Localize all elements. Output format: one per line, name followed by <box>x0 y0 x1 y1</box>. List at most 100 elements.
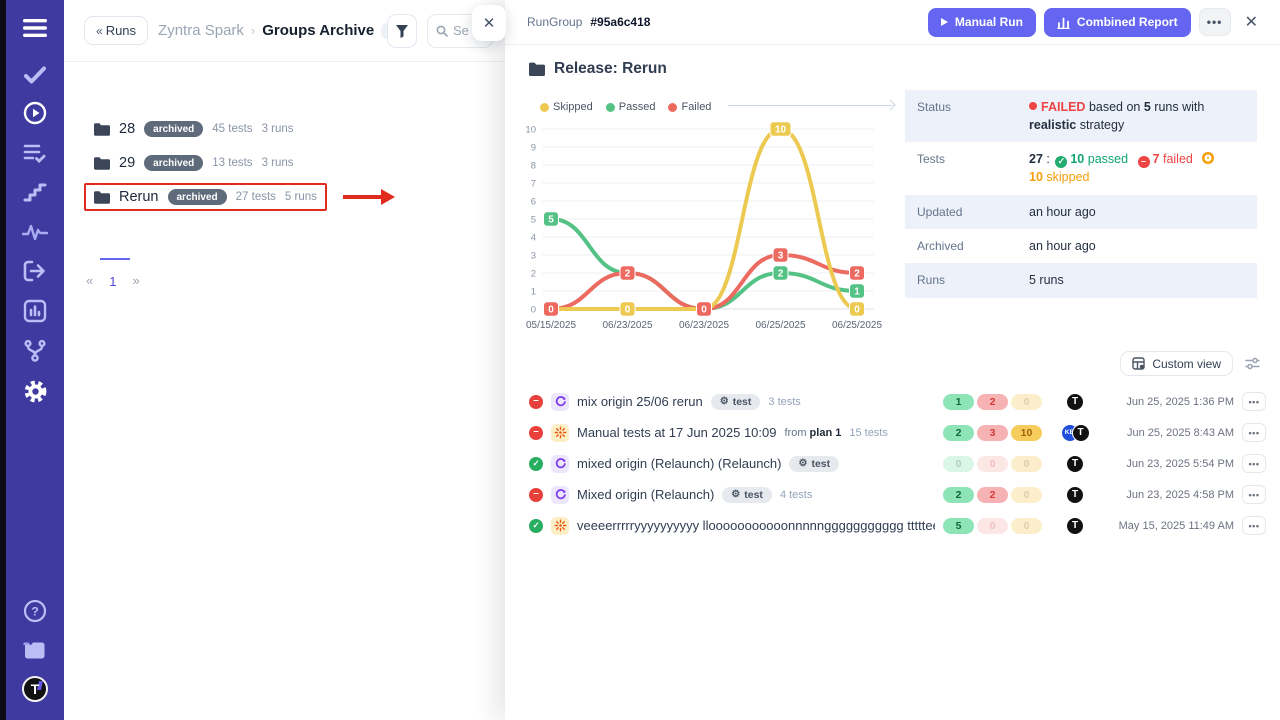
page-number-active[interactable]: 1 <box>109 272 116 289</box>
gear-icon[interactable] <box>6 378 64 404</box>
svg-text:06/25/2025: 06/25/2025 <box>832 320 882 331</box>
run-result-pills: 1 2 0 <box>943 394 1044 410</box>
run-type-icon <box>551 486 569 504</box>
run-status-icon <box>529 457 543 471</box>
close-search-button[interactable]: ✕ <box>472 5 506 41</box>
run-tests-count: 15 tests <box>849 427 888 439</box>
group-row[interactable]: 28 archived 45 tests 3 runs <box>84 112 485 146</box>
group-tests-count: 45 tests <box>212 123 252 135</box>
run-menu-button[interactable]: ••• <box>1242 454 1266 473</box>
run-row[interactable]: Mixed origin (Relaunch) ⚙test 4 tests 2 … <box>529 479 1266 510</box>
activity-icon[interactable] <box>6 219 64 245</box>
branch-icon[interactable] <box>6 338 64 364</box>
run-result-pills: 2 2 0 <box>943 487 1044 503</box>
run-title: mix origin 25/06 rerun <box>577 394 703 409</box>
menu-icon[interactable] <box>6 15 64 41</box>
run-type-icon <box>551 455 569 473</box>
steps-icon[interactable] <box>6 179 64 205</box>
run-row[interactable]: mix origin 25/06 rerun ⚙test 3 tests 1 2… <box>529 386 1266 417</box>
adjustments-icon[interactable] <box>1245 357 1260 370</box>
check-icon[interactable] <box>6 62 64 88</box>
folder-icon <box>94 123 110 136</box>
run-type-icon <box>551 424 569 442</box>
svg-text:6: 6 <box>531 197 536 208</box>
filter-button[interactable] <box>387 14 417 48</box>
page-prev-button[interactable]: « <box>86 273 93 288</box>
group-runs-count: 3 runs <box>262 157 294 169</box>
run-title: mixed origin (Relaunch) (Relaunch) <box>577 456 781 471</box>
failed-pill: 3 <box>977 425 1008 441</box>
run-title: Manual tests at 17 Jun 2025 10:09 <box>577 425 776 440</box>
run-title: veeeerrrrryyyyyyyyyy llooooooooooonnnnng… <box>577 518 935 533</box>
legend-item[interactable]: Skipped <box>540 101 593 113</box>
group-row[interactable]: Rerun archived 27 tests 5 runs <box>84 180 485 214</box>
gear-icon: ⚙ <box>731 489 740 500</box>
list-toolbar: Custom view <box>1120 351 1260 376</box>
drawer-close-button[interactable]: ✕ <box>1245 12 1258 32</box>
run-menu-button[interactable]: ••• <box>1242 485 1266 504</box>
combined-report-button[interactable]: Combined Report <box>1044 8 1191 37</box>
run-avatars: T <box>1052 486 1098 504</box>
detail-row-runs: Runs 5 runs <box>905 263 1257 297</box>
page-next-button[interactable]: » <box>132 273 139 288</box>
passed-pill: 2 <box>943 425 974 441</box>
run-from-plan: from plan 1 <box>784 427 841 439</box>
legend-item[interactable]: Passed <box>606 101 656 113</box>
group-runs-count: 5 runs <box>285 191 317 203</box>
breadcrumb-current: Groups Archive <box>262 22 374 39</box>
run-tag-badge: ⚙test <box>789 456 839 472</box>
legend-dot-icon <box>668 103 677 112</box>
import-icon[interactable] <box>6 258 64 284</box>
folder-icon[interactable] <box>6 637 64 663</box>
run-tag-badge: ⚙test <box>711 394 761 410</box>
avatar: T <box>1066 517 1084 535</box>
run-row[interactable]: Manual tests at 17 Jun 2025 10:09 from p… <box>529 417 1266 448</box>
list-check-icon[interactable] <box>6 140 64 166</box>
user-avatar[interactable]: T <box>6 676 64 702</box>
group-row[interactable]: 29 archived 13 tests 3 runs <box>84 146 485 180</box>
run-row[interactable]: veeeerrrrryyyyyyyyyy llooooooooooonnnnng… <box>529 510 1266 541</box>
svg-text:5: 5 <box>531 215 536 226</box>
run-status-icon <box>529 426 543 440</box>
gear-icon: ⚙ <box>798 458 807 469</box>
run-avatars: KBT <box>1052 424 1098 442</box>
play-circle-icon[interactable] <box>6 100 64 126</box>
drawer-header: RunGroup #95a6c418 Manual Run Combined R… <box>505 0 1280 45</box>
runs-list: mix origin 25/06 rerun ⚙test 3 tests 1 2… <box>529 386 1266 541</box>
table-view-icon <box>1132 357 1145 370</box>
run-status-icon <box>529 395 543 409</box>
passed-icon: ✓ <box>1055 156 1067 168</box>
back-to-runs-button[interactable]: « Runs <box>84 16 148 45</box>
gear-icon: ⚙ <box>720 396 729 407</box>
svg-text:8: 8 <box>531 161 536 172</box>
failed-pill: 2 <box>977 487 1008 503</box>
drawer-more-button[interactable]: ••• <box>1199 8 1231 36</box>
run-menu-button[interactable]: ••• <box>1242 423 1266 442</box>
pagination: « 1 » <box>64 214 505 289</box>
skipped-pill: 0 <box>1011 394 1042 410</box>
bar-chart-icon[interactable] <box>6 298 64 324</box>
manual-run-button[interactable]: Manual Run <box>928 8 1036 37</box>
run-menu-button[interactable]: ••• <box>1242 392 1266 411</box>
svg-text:06/23/2025: 06/23/2025 <box>602 320 652 331</box>
skipped-icon <box>1202 152 1214 164</box>
breadcrumb-parent[interactable]: Zyntra Spark <box>158 22 244 39</box>
avatar: T <box>1072 424 1090 442</box>
skipped-pill: 0 <box>1011 518 1042 534</box>
run-row[interactable]: mixed origin (Relaunch) (Relaunch) ⚙test… <box>529 448 1266 479</box>
legend-item[interactable]: Failed <box>668 101 711 113</box>
detail-row-tests: Tests 27 : ✓10 passed –7 failed 10 skipp… <box>905 142 1257 194</box>
funnel-icon <box>395 24 409 38</box>
run-avatars: T <box>1052 455 1098 473</box>
svg-text:7: 7 <box>531 179 536 190</box>
custom-view-button[interactable]: Custom view <box>1120 351 1233 376</box>
avatar: T <box>1066 393 1084 411</box>
help-icon[interactable]: ? <box>6 598 64 624</box>
svg-text:5: 5 <box>548 215 554 226</box>
chart-legend: Skipped Passed Failed <box>510 95 902 113</box>
run-menu-button[interactable]: ••• <box>1242 516 1266 535</box>
main-sidebar: ? T <box>6 0 64 720</box>
run-date: Jun 23, 2025 4:58 PM <box>1106 489 1234 501</box>
run-type-icon <box>551 393 569 411</box>
svg-text:4: 4 <box>531 233 536 244</box>
